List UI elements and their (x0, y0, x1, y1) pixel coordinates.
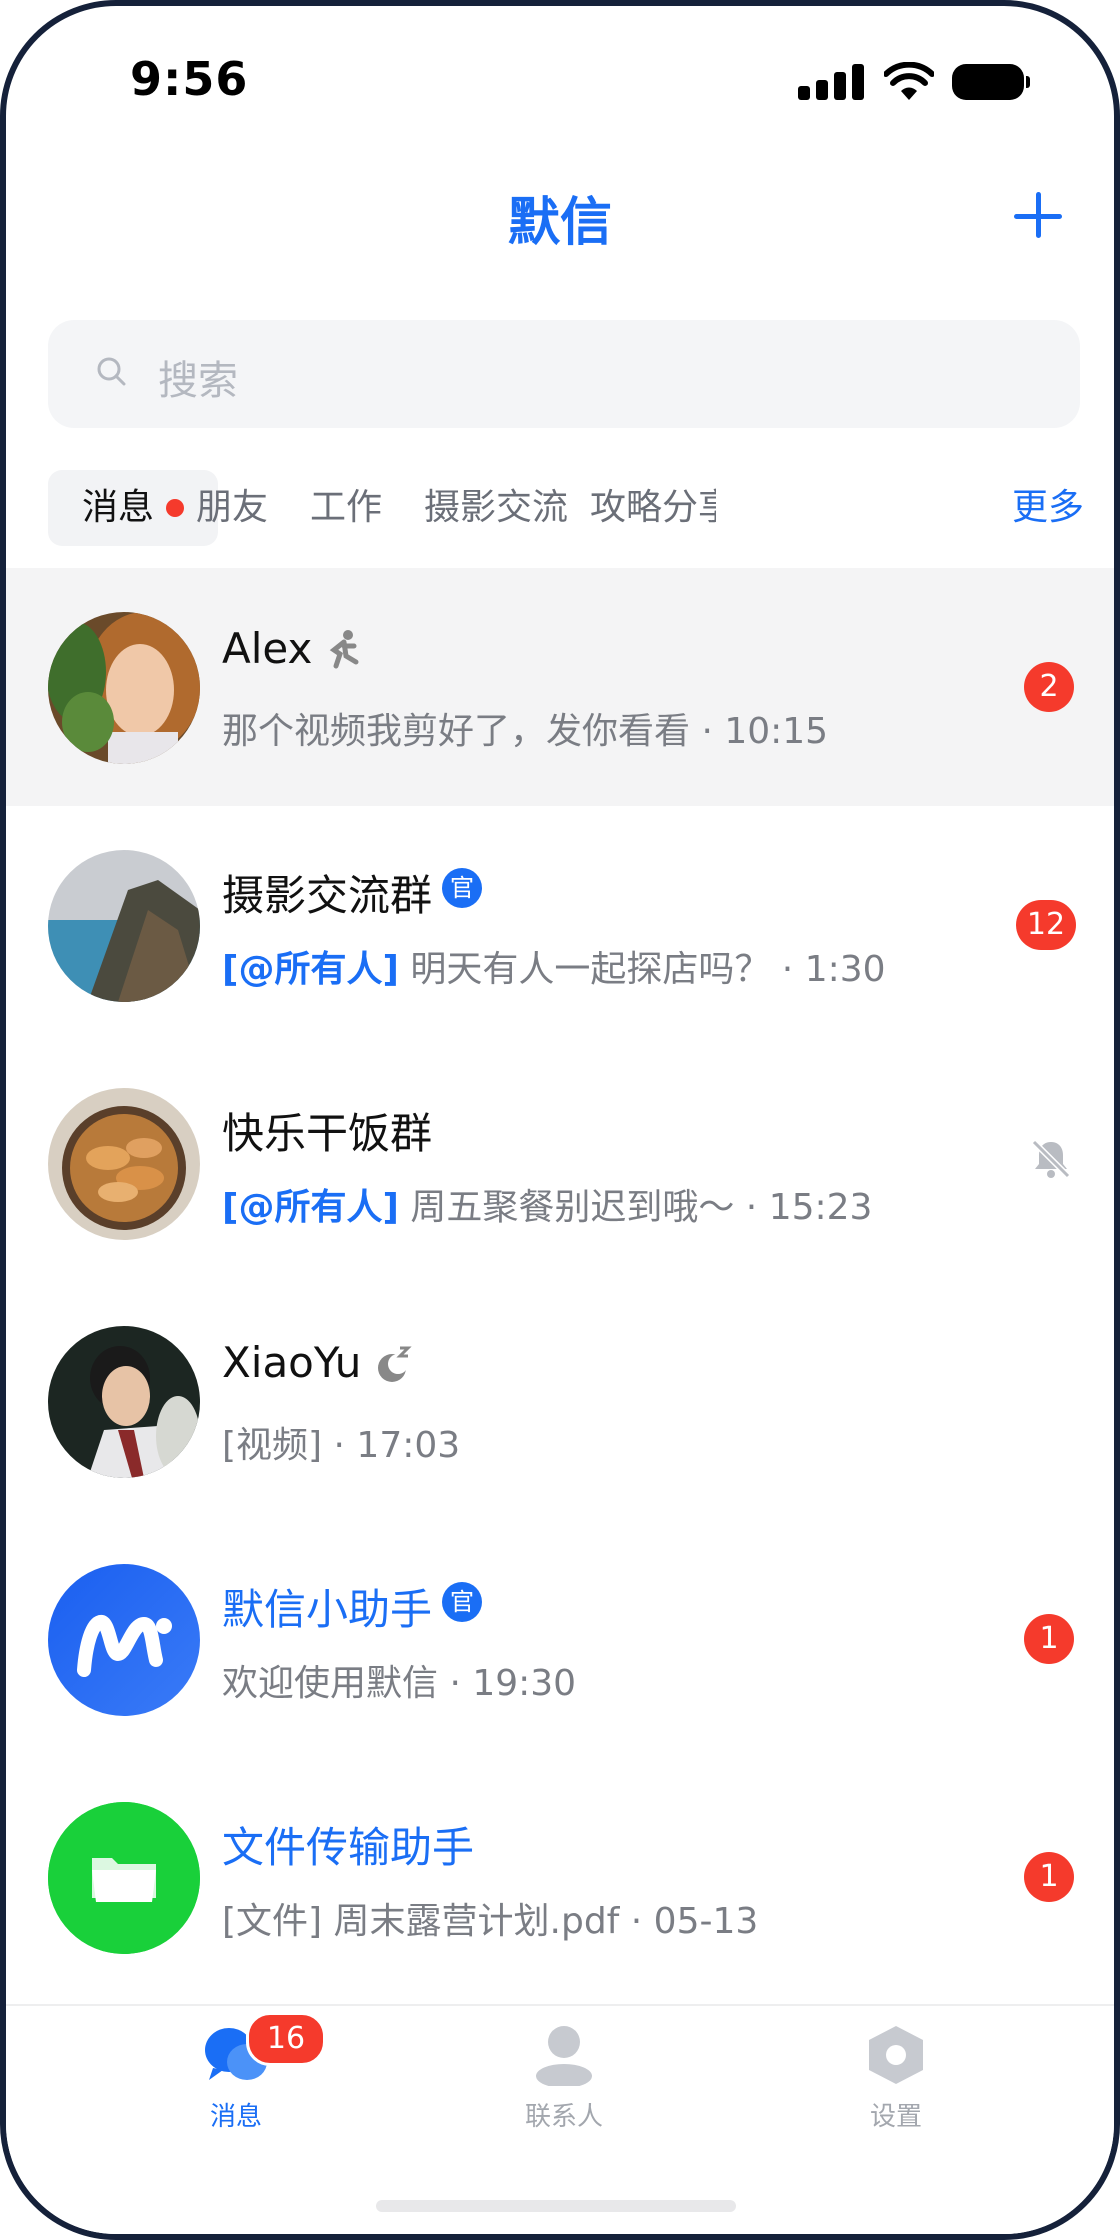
preview-text: 明天有人一起探店吗？ · 1:30 (398, 949, 886, 990)
status-time: 9:56 (130, 52, 249, 106)
tab-friends[interactable]: 朋友 (196, 470, 268, 546)
mention-tag: [@所有人] (222, 1187, 399, 1228)
running-person-icon (329, 630, 359, 669)
search-placeholder: 搜索 (158, 358, 238, 404)
chat-preview: [文件] 周末露营计划.pdf · 05-13 (222, 1901, 759, 1942)
avatar (48, 1326, 200, 1478)
status-bar: 9:56 (6, 6, 1114, 156)
chat-row-xiaoyu[interactable]: XiaoYu [视频] · 17:03 (6, 1282, 1114, 1520)
chat-name: 文件传输助手 (222, 1823, 475, 1872)
unread-dot (166, 499, 185, 517)
chat-row-file-transfer[interactable]: 文件传输助手 [文件] 周末露营计划.pdf · 05-13 1 (6, 1758, 1114, 1996)
sleeping-moon-icon (378, 1346, 412, 1382)
folder-icon (48, 1802, 200, 1954)
nav-contacts[interactable]: 联系人 (484, 2024, 644, 2134)
nav-settings[interactable]: 设置 (816, 2024, 976, 2134)
avatar (48, 1088, 200, 1240)
chat-row-alex[interactable]: Alex 那个视频我剪好了，发你看看 · 10:15 2 (6, 568, 1114, 806)
chat-row-assistant[interactable]: 默信小助手 官 欢迎使用默信 · 19:30 1 (6, 1520, 1114, 1758)
cellular-signal-icon (798, 64, 864, 100)
chat-preview: 欢迎使用默信 · 19:30 (222, 1663, 577, 1704)
battery-icon (952, 64, 1030, 100)
unread-badge: 1 (1024, 1614, 1074, 1664)
unread-badge: 2 (1024, 662, 1074, 712)
tab-messages[interactable]: 消息 (48, 470, 219, 546)
add-button[interactable] (1010, 188, 1066, 244)
tab-guides[interactable]: 攻略分享 (590, 470, 716, 546)
nav-unread-badge: 16 (246, 2012, 326, 2066)
mention-tag: [@所有人] (222, 949, 399, 990)
chat-row-food-group[interactable]: 快乐干饭群 [@所有人] 周五聚餐别迟到哦～ · 15:23 (6, 1044, 1114, 1282)
chat-name: 默信小助手 (222, 1585, 433, 1634)
nav-label: 消息 (209, 2102, 262, 2132)
person-icon (536, 2026, 592, 2088)
preview-text: 周五聚餐别迟到哦～ · 15:23 (398, 1187, 873, 1228)
chat-name: 摄影交流群 (222, 871, 433, 920)
chat-name: 快乐干饭群 (222, 1109, 433, 1158)
chat-name: XiaoYu (222, 1338, 362, 1387)
status-icons (798, 60, 1038, 104)
tabs-more-button[interactable]: 更多 (993, 470, 1084, 546)
chat-row-photography-group[interactable]: 摄影交流群 官 [@所有人] 明天有人一起探店吗？ · 1:30 12 (6, 806, 1114, 1044)
chat-preview: 那个视频我剪好了，发你看看 · 10:15 (222, 711, 829, 752)
unread-badge: 1 (1024, 1852, 1074, 1902)
page-title: 默信 (507, 193, 612, 253)
hexagon-gear-icon (869, 2026, 923, 2084)
tab-photography[interactable]: 摄影交流 (424, 470, 568, 546)
home-indicator[interactable] (376, 2200, 736, 2212)
chat-preview: [@所有人] 明天有人一起探店吗？ · 1:30 (222, 940, 886, 992)
avatar (48, 1802, 200, 1954)
avatar (48, 612, 200, 764)
tab-label: 消息 (82, 487, 155, 528)
avatar (48, 1564, 200, 1716)
search-icon (97, 357, 126, 386)
nav-label: 联系人 (524, 2102, 603, 2132)
official-badge: 官 (442, 1582, 482, 1622)
app-header: 默信 (6, 166, 1114, 276)
avatar (48, 850, 200, 1002)
search-bar[interactable]: 搜索 (48, 320, 1080, 428)
wifi-icon (884, 62, 934, 100)
phone-frame: 9:56 默信 搜索 消息 朋友 工作 摄影交流 攻略分 更多 Alex 那个视… (0, 0, 1120, 2240)
mute-bell-icon (1031, 1139, 1071, 1179)
official-badge: 官 (442, 868, 482, 908)
chat-preview: [@所有人] 周五聚餐别迟到哦～ · 15:23 (222, 1178, 872, 1230)
unread-badge: 12 (1016, 900, 1076, 950)
chat-preview: [视频] · 17:03 (222, 1425, 461, 1466)
category-tabs: 消息 朋友 工作 摄影交流 攻略分享 更多 (48, 470, 1084, 550)
nav-label: 设置 (869, 2102, 922, 2132)
tab-work[interactable]: 工作 (310, 470, 382, 546)
chat-name: Alex (222, 624, 313, 673)
